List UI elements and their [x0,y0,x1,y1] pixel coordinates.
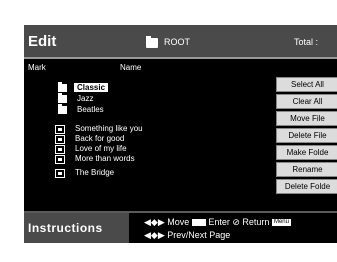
instructions-label: Instructions [28,221,103,235]
folder-item-beatles[interactable]: Beatles [58,104,104,115]
edit-screen: Edit ROOT Total : Mark Name Classic Jazz… [24,25,337,243]
folder-label: Beatles [77,105,104,114]
make-folder-button[interactable]: Make Folde [276,145,337,160]
current-path: ROOT [164,37,190,47]
file-label: The Bridge [75,168,115,177]
folder-icon [146,36,158,48]
music-file-icon [55,135,65,144]
file-item[interactable]: The Bridge [55,168,114,178]
help-enter: Enter [208,217,230,227]
folder-label: Jazz [77,94,94,103]
folder-icon [58,93,67,103]
enter-key-icon [191,219,206,227]
navigate-arrows-icon: ◀◆▶ [144,217,165,227]
file-item[interactable]: Love of my life [55,144,127,154]
column-header-name: Name [120,63,142,72]
help-return: Return [242,217,270,227]
file-label: Something like you [75,124,143,133]
folder-label: Classic [74,83,109,92]
move-file-button[interactable]: Move File [276,111,337,126]
clear-all-button[interactable]: Clear All [276,94,337,109]
music-file-icon [55,145,65,154]
total-label: Total : [294,37,319,47]
help-line-2: ◀◆▶ Prev/Next Page [144,230,230,241]
file-label: Love of my life [75,144,127,153]
select-all-button[interactable]: Select All [276,77,337,92]
music-file-icon [55,169,65,178]
file-label: Back for good [75,134,125,143]
screen-title: Edit [28,33,57,50]
file-item[interactable]: More than words [55,154,135,164]
folder-icon [58,104,67,114]
music-file-icon [55,125,65,134]
help-move: Move [167,217,190,227]
delete-folder-button[interactable]: Delete Folde [276,179,337,194]
help-line-1: ◀◆▶ Move Enter ⊘ Return Menu [144,217,291,228]
file-item[interactable]: Something like you [55,124,143,134]
help-prev-next: Prev/Next Page [167,230,231,240]
instructions-bar: Instructions ◀◆▶ Move Enter ⊘ Return Men… [24,211,337,243]
rename-button[interactable]: Rename [276,162,337,177]
music-file-icon [55,155,65,164]
menu-key-icon: Menu [271,219,291,227]
file-item[interactable]: Back for good [55,134,124,144]
folder-icon [58,82,67,92]
page-arrows-icon: ◀◆▶ [144,230,165,240]
file-label: More than words [75,154,135,163]
folder-item-classic[interactable]: Classic [58,82,109,93]
header-bar: Edit ROOT Total : [24,25,337,59]
instructions-label-box: Instructions [24,213,129,243]
folder-item-jazz[interactable]: Jazz [58,93,94,104]
delete-file-button[interactable]: Delete File [276,128,337,143]
column-header-mark: Mark [28,63,46,72]
return-icon: ⊘ [232,217,240,227]
